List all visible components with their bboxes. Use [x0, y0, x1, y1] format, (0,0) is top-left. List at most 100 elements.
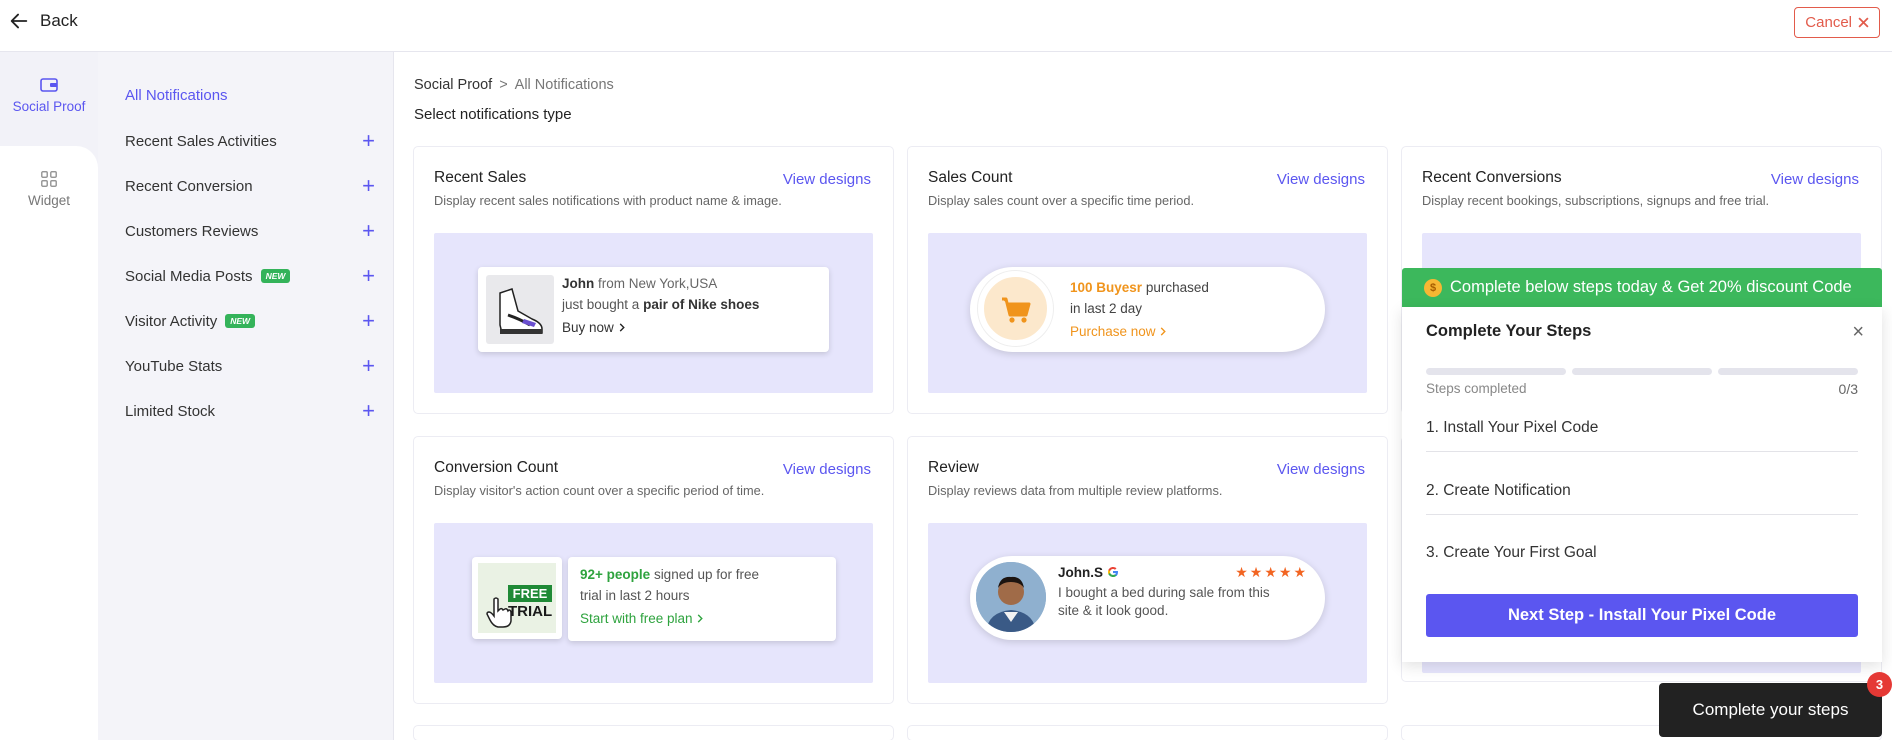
arrow-left-icon	[10, 13, 28, 29]
card-title: Review	[928, 459, 979, 476]
sidebar-item-label: Recent Sales Activities	[125, 132, 277, 150]
cart-circle	[978, 271, 1053, 346]
people-count: 92+ people	[580, 567, 651, 582]
card-sales-count[interactable]: Sales Count Display sales count over a s…	[908, 147, 1387, 413]
next-step-button[interactable]: Next Step - Install Your Pixel Code	[1426, 594, 1858, 637]
notification-preview: John.S ★★★★★ I bought a bed during sale …	[928, 523, 1367, 683]
close-icon	[1858, 17, 1869, 28]
free-trial-graphic: FREE TRIAL	[478, 563, 556, 633]
view-designs-link[interactable]: View designs	[783, 171, 871, 188]
back-button[interactable]: Back	[8, 10, 78, 32]
view-designs-link[interactable]: View designs	[1277, 461, 1365, 478]
cancel-label: Cancel	[1805, 14, 1852, 31]
time-period-text: trial in last 2 hours	[580, 588, 690, 603]
card-description: Display recent sales notifications with …	[434, 193, 782, 208]
plus-icon[interactable]: +	[362, 175, 375, 197]
view-designs-link[interactable]: View designs	[1771, 171, 1859, 188]
breadcrumb-root[interactable]: Social Proof	[414, 77, 492, 93]
sidebar-item-social-media-posts[interactable]: Social Media Posts NEW +	[125, 264, 375, 288]
discount-promo-banner: $ Complete below steps today & Get 20% d…	[1402, 268, 1882, 307]
sidebar-item-label: Social Media Posts	[125, 267, 253, 285]
steps-panel: Complete Your Steps × Steps completed 0/…	[1402, 307, 1882, 662]
purchased-text: purchased	[1145, 280, 1209, 295]
review-text-line1: I bought a bed during sale from this	[1058, 585, 1270, 600]
sidebar-item-visitor-activity[interactable]: Visitor Activity NEW +	[125, 309, 375, 333]
sidebar-item-recent-conversion[interactable]: Recent Conversion +	[125, 174, 375, 198]
free-label: FREE	[508, 585, 552, 602]
back-label: Back	[40, 11, 78, 30]
coin-icon: $	[1424, 278, 1442, 297]
trial-label: TRIAL	[508, 603, 553, 620]
card-description: Display visitor's action count over a sp…	[434, 483, 765, 498]
card-title: Recent Conversions	[1422, 169, 1562, 186]
start-free-plan-link: Start with free plan	[580, 608, 704, 629]
sidebar-item-youtube-stats[interactable]: YouTube Stats +	[125, 354, 375, 378]
progress-segment	[1718, 368, 1858, 375]
rail-widget[interactable]: Widget	[0, 170, 98, 208]
steps-completed-count: 0/3	[1838, 381, 1858, 397]
card-title: Recent Sales	[434, 169, 527, 186]
buyer-count: 100 Buyesr	[1070, 280, 1143, 295]
complete-your-steps-button[interactable]: Complete your steps	[1659, 683, 1882, 737]
plus-icon[interactable]: +	[362, 400, 375, 422]
card-description: Display recent bookings, subscriptions, …	[1422, 193, 1770, 208]
sidebar-item-limited-stock[interactable]: Limited Stock +	[125, 399, 375, 423]
plus-icon[interactable]: +	[362, 130, 375, 152]
card-title: Conversion Count	[434, 459, 559, 476]
customer-location: from New York,USA	[598, 276, 718, 291]
step-create-notification[interactable]: 2. Create Notification	[1426, 482, 1858, 515]
plus-icon[interactable]: +	[362, 220, 375, 242]
steps-count-badge: 3	[1867, 672, 1892, 697]
customer-name: John	[562, 276, 595, 291]
card-recent-sales[interactable]: Recent Sales Display recent sales notifi…	[414, 147, 893, 413]
rail-tab-background	[0, 146, 98, 740]
cancel-button[interactable]: Cancel	[1794, 7, 1880, 38]
plus-icon[interactable]: +	[362, 265, 375, 287]
new-badge: NEW	[260, 269, 291, 283]
person-icon	[976, 562, 1046, 632]
sneaker-icon	[499, 288, 543, 334]
chevron-right-icon	[619, 323, 625, 332]
steps-title: Complete Your Steps	[1426, 322, 1592, 340]
chevron-right-icon	[1161, 327, 1167, 336]
card-conversion-count[interactable]: Conversion Count Display visitor's actio…	[414, 437, 893, 703]
product-name: pair of Nike shoes	[643, 297, 760, 312]
steps-completed-label: Steps completed	[1426, 381, 1527, 396]
grid-icon	[41, 171, 57, 187]
plus-icon[interactable]: +	[362, 310, 375, 332]
sidebar-item-customers-reviews[interactable]: Customers Reviews +	[125, 219, 375, 243]
card-review[interactable]: Review Display reviews data from multipl…	[908, 437, 1387, 703]
view-designs-link[interactable]: View designs	[783, 461, 871, 478]
breadcrumb-current: All Notifications	[514, 77, 614, 93]
purchase-now-label: Purchase now	[1070, 324, 1156, 339]
review-text-line2: site & it look good.	[1058, 603, 1169, 618]
purchase-text: just bought a	[562, 297, 640, 312]
breadcrumb: Social Proof > All Notifications	[414, 77, 614, 93]
shoe-image	[486, 275, 554, 344]
card-partial	[908, 726, 1387, 740]
step-install-pixel[interactable]: 1. Install Your Pixel Code	[1426, 419, 1858, 452]
progress-segment	[1572, 368, 1712, 375]
plus-icon[interactable]: +	[362, 355, 375, 377]
sidebar-item-label: Customers Reviews	[125, 222, 259, 240]
notification-preview: 100 Buyesr purchased in last 2 day Purch…	[928, 233, 1367, 393]
rail-widget-label: Widget	[27, 193, 71, 208]
notification-preview: FREE TRIAL 92+ people signed up for free…	[434, 523, 873, 683]
view-designs-link[interactable]: View designs	[1277, 171, 1365, 188]
icon-rail: Social Proof Widget	[0, 52, 98, 740]
card-description: Display reviews data from multiple revie…	[928, 483, 1223, 498]
cart-icon	[1002, 297, 1031, 323]
close-icon[interactable]: ×	[1852, 321, 1864, 344]
sidebar-item-label: YouTube Stats	[125, 357, 223, 375]
sidebar-item-all-notifications[interactable]: All Notifications	[125, 87, 228, 104]
step-create-goal[interactable]: 3. Create Your First Goal	[1426, 544, 1858, 576]
free-trial-image: FREE TRIAL	[472, 557, 562, 639]
rail-social-proof[interactable]: Social Proof	[0, 76, 98, 114]
sidebar-item-recent-sales[interactable]: Recent Sales Activities +	[125, 129, 375, 153]
wallet-icon	[40, 78, 58, 92]
google-icon	[1107, 567, 1118, 577]
sales-count-notification: 100 Buyesr purchased in last 2 day Purch…	[970, 267, 1325, 352]
purchase-now-link: Purchase now	[1070, 321, 1167, 342]
card-title: Sales Count	[928, 169, 1013, 186]
chevron-right-icon	[698, 614, 704, 623]
